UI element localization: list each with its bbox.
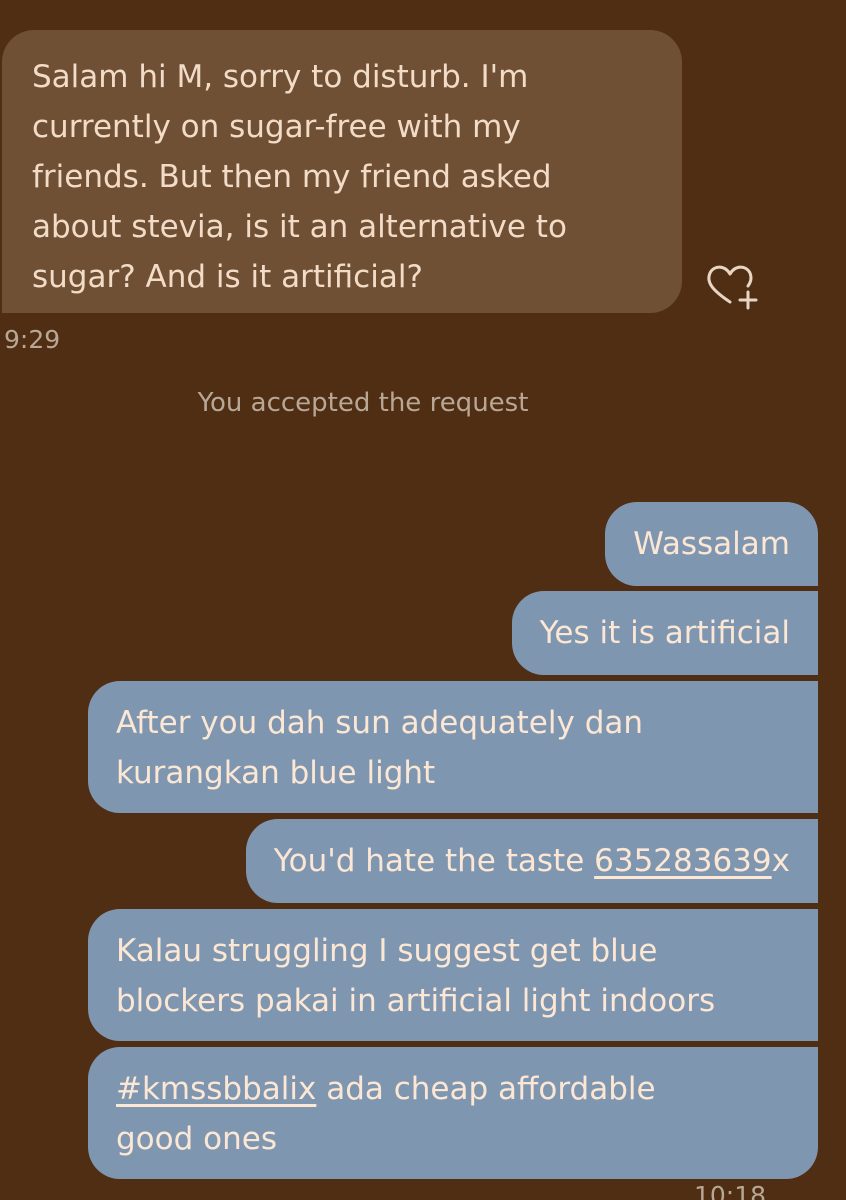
incoming-message[interactable]: Salam hi M, sorry to disturb. I'm curren… [2, 30, 682, 313]
chat-thread: Salam hi M, sorry to disturb. I'm curren… [0, 0, 846, 1200]
message-text: x [771, 843, 790, 879]
message-text: You'd hate the taste [273, 843, 595, 879]
outgoing-message[interactable]: After you dah sun adequately dan kurangk… [88, 681, 818, 813]
message-link[interactable]: #kmssbbalix [116, 1071, 316, 1107]
outgoing-message[interactable]: Wassalam [605, 502, 818, 586]
system-notice: You accepted the request [197, 388, 529, 418]
outgoing-message[interactable]: Yes it is artificial [511, 591, 818, 675]
message-link[interactable]: 635283639 [594, 843, 772, 879]
message-timestamp: 9:29 [4, 325, 61, 354]
outgoing-message[interactable]: #kmssbbalix ada cheap affordable good on… [88, 1047, 818, 1179]
message-timestamp: 10:18 [694, 1181, 767, 1200]
outgoing-message[interactable]: You'd hate the taste 635283639x [245, 819, 818, 903]
outgoing-message[interactable]: Kalau struggling I suggest get blue bloc… [88, 909, 818, 1041]
heart-plus-icon[interactable] [704, 262, 760, 310]
